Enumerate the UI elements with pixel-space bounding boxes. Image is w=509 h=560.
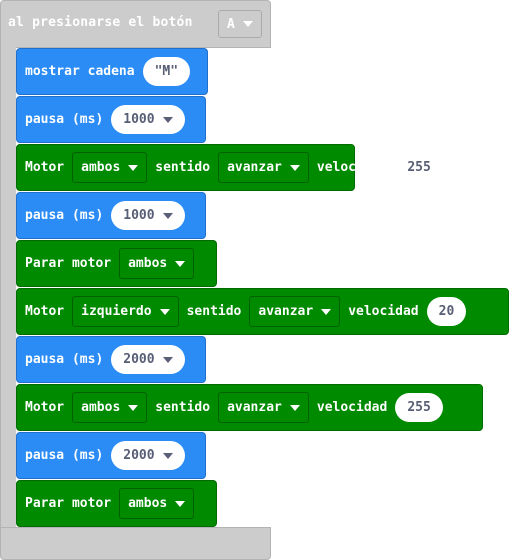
motor-stop-block[interactable]: Parar motor ambos xyxy=(16,480,217,527)
event-block-arm xyxy=(0,46,16,528)
pause-duration-value: 1000 xyxy=(123,112,155,127)
chevron-down-icon xyxy=(162,116,173,123)
direction-label: sentido xyxy=(155,400,211,415)
event-block-title: al presionarse el botón xyxy=(8,15,193,30)
pause-duration-value: 1000 xyxy=(123,208,155,223)
chevron-down-icon xyxy=(162,212,173,219)
direction-value: avanzar xyxy=(258,304,314,319)
chevron-down-icon xyxy=(128,404,139,411)
motor-select-dropdown[interactable]: ambos xyxy=(119,488,195,519)
button-select-dropdown[interactable]: A xyxy=(218,10,262,38)
speed-label: velocidad xyxy=(316,160,388,175)
pause-duration-value: 2000 xyxy=(123,448,155,463)
motor-select-value: ambos xyxy=(81,160,121,175)
chevron-down-icon xyxy=(289,404,300,411)
motor-select-dropdown[interactable]: ambos xyxy=(72,152,148,183)
chevron-down-icon xyxy=(128,164,139,171)
direction-dropdown[interactable]: avanzar xyxy=(249,296,341,327)
motor-stop-block[interactable]: Parar motor ambos xyxy=(16,240,217,287)
motor-select-value: ambos xyxy=(81,400,121,415)
pause-duration-value: 2000 xyxy=(123,352,155,367)
string-input[interactable]: "M" xyxy=(142,57,191,86)
chevron-down-icon xyxy=(162,356,173,363)
motor-run-block[interactable]: Motor izquierdo sentido avanzar velocida… xyxy=(16,288,509,335)
pause-duration-dropdown[interactable]: 1000 xyxy=(111,105,185,134)
block-label: Motor xyxy=(25,304,65,319)
motor-run-block[interactable]: Motor ambos sentido avanzar velocidad 25… xyxy=(16,384,483,431)
pause-duration-dropdown[interactable]: 2000 xyxy=(111,441,185,470)
speed-label: velocidad xyxy=(316,400,388,415)
speed-input[interactable]: 255 xyxy=(395,393,443,422)
block-label: pausa (ms) xyxy=(25,112,104,127)
speed-label: velocidad xyxy=(348,304,419,319)
button-select-value: A xyxy=(227,16,235,32)
block-label: Motor xyxy=(25,160,65,175)
chevron-down-icon xyxy=(289,164,300,171)
pause-block[interactable]: pausa (ms) 1000 xyxy=(16,192,206,239)
direction-value: avanzar xyxy=(227,160,282,175)
pause-duration-dropdown[interactable]: 1000 xyxy=(111,201,185,230)
motor-select-value: izquierdo xyxy=(81,304,152,319)
chevron-down-icon xyxy=(242,21,253,27)
block-label: mostrar cadena xyxy=(25,64,135,79)
direction-dropdown[interactable]: avanzar xyxy=(218,152,309,183)
direction-dropdown[interactable]: avanzar xyxy=(218,392,309,423)
motor-select-dropdown[interactable]: ambos xyxy=(72,392,148,423)
direction-label: sentido xyxy=(155,160,211,175)
block-label: Motor xyxy=(25,400,65,415)
direction-label: sentido xyxy=(186,304,242,319)
chevron-down-icon xyxy=(162,452,173,459)
motor-select-dropdown[interactable]: izquierdo xyxy=(72,296,179,327)
pause-duration-dropdown[interactable]: 2000 xyxy=(111,345,185,374)
block-label: pausa (ms) xyxy=(25,448,104,463)
chevron-down-icon xyxy=(175,260,186,267)
motor-run-block[interactable]: Motor ambos sentido avanzar velocidad 25… xyxy=(16,144,443,191)
block-label: pausa (ms) xyxy=(25,208,104,223)
block-label: Parar motor xyxy=(25,496,112,511)
show-string-block[interactable]: mostrar cadena "M" xyxy=(16,48,208,95)
motor-select-value: ambos xyxy=(128,256,168,271)
chevron-down-icon xyxy=(175,500,186,507)
speed-input[interactable]: 255 xyxy=(395,153,443,182)
motor-select-dropdown[interactable]: ambos xyxy=(119,248,195,279)
direction-value: avanzar xyxy=(227,400,282,415)
motor-select-value: ambos xyxy=(128,496,168,511)
pause-block[interactable]: pausa (ms) 2000 xyxy=(16,336,206,383)
pause-block[interactable]: pausa (ms) 2000 xyxy=(16,432,206,479)
speed-input[interactable]: 20 xyxy=(426,297,467,326)
chevron-down-icon xyxy=(321,308,332,315)
chevron-down-icon xyxy=(159,308,170,315)
event-block-footer xyxy=(0,527,271,560)
block-label: pausa (ms) xyxy=(25,352,104,367)
pause-block[interactable]: pausa (ms) 1000 xyxy=(16,96,206,143)
block-label: Parar motor xyxy=(25,256,112,271)
